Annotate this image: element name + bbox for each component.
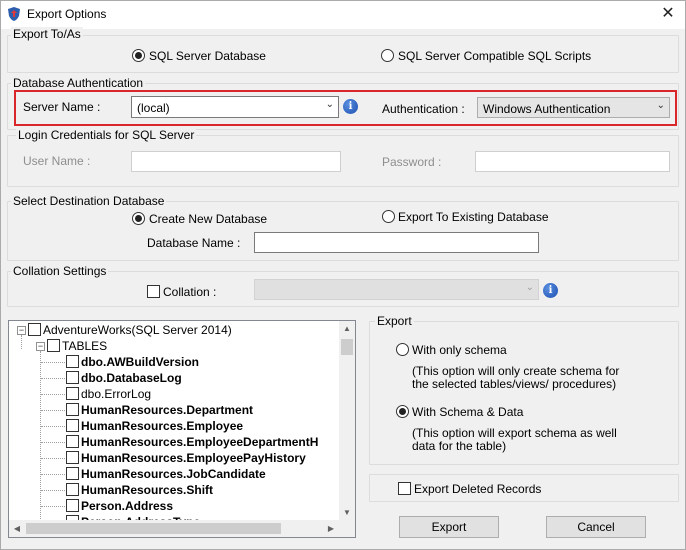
vertical-scroll-thumb[interactable]	[341, 339, 353, 355]
export-existing-database-label: Export To Existing Database	[398, 210, 549, 224]
tree-item-checkbox[interactable]	[66, 371, 79, 384]
tree-item[interactable]: dbo.ErrorLog	[9, 386, 339, 402]
collapse-icon[interactable]: −	[36, 342, 45, 351]
server-name-value: (local)	[137, 101, 170, 115]
server-info-icon[interactable]: i	[343, 99, 358, 114]
schema-data-label: With Schema & Data	[412, 405, 524, 419]
scroll-down-arrow-icon[interactable]: ▼	[339, 505, 355, 521]
tree-item[interactable]: Person.Address	[9, 498, 339, 514]
sql-scripts-label: SQL Server Compatible SQL Scripts	[398, 49, 592, 63]
password-input[interactable]	[475, 151, 670, 172]
tree-item-label: HumanResources.Department	[81, 403, 254, 417]
window-title: Export Options	[27, 7, 107, 21]
tree-item-label: HumanResources.EmployeeDepartmentH	[81, 435, 319, 449]
horizontal-scroll-thumb[interactable]	[26, 523, 281, 534]
database-name-input[interactable]	[254, 232, 539, 253]
tree-vertical-scrollbar[interactable]: ▲ ▼	[339, 321, 355, 521]
collation-group-title: Collation Settings	[11, 264, 109, 278]
tree-item-label: dbo.ErrorLog	[81, 387, 152, 401]
tree-item-checkbox[interactable]	[66, 435, 79, 448]
export-deleted-label: Export Deleted Records	[414, 482, 542, 496]
db-auth-group-title: Database Authentication	[11, 76, 146, 90]
export-to-group-title: Export To/As	[11, 27, 83, 41]
tree-checkbox[interactable]	[47, 339, 60, 352]
create-new-database-radio[interactable]	[132, 212, 145, 225]
tree-item-label: HumanResources.Employee	[81, 419, 244, 433]
only-schema-desc-2: the selected tables/views/ procedures)	[412, 377, 617, 391]
scroll-left-arrow-icon[interactable]: ◀	[9, 520, 25, 537]
tree-root-label: AdventureWorks(SQL Server 2014)	[43, 323, 232, 337]
chevron-down-icon[interactable]: ⌄	[326, 99, 334, 110]
chevron-down-icon[interactable]: ⌄	[657, 100, 665, 111]
scroll-up-arrow-icon[interactable]: ▲	[339, 321, 355, 337]
tree-item[interactable]: HumanResources.EmployeeDepartmentH	[9, 434, 339, 450]
scroll-corner	[339, 520, 355, 537]
database-name-label: Database Name :	[147, 236, 241, 250]
export-deleted-checkbox[interactable]	[398, 482, 411, 495]
only-schema-label: With only schema	[412, 343, 507, 357]
tree-node-root[interactable]: − AdventureWorks(SQL Server 2014)	[9, 322, 339, 338]
tree-horizontal-scrollbar[interactable]: ◀ ▶	[9, 520, 355, 537]
tree-item[interactable]: HumanResources.Shift	[9, 482, 339, 498]
tree-item-label: dbo.DatabaseLog	[81, 371, 182, 385]
server-name-label: Server Name :	[23, 100, 101, 114]
authentication-value: Windows Authentication	[483, 102, 611, 116]
tree-item-checkbox[interactable]	[66, 419, 79, 432]
scroll-right-arrow-icon[interactable]: ▶	[323, 520, 339, 537]
user-name-input[interactable]	[131, 151, 341, 172]
tree-item[interactable]: dbo.AWBuildVersion	[9, 354, 339, 370]
tree-item-label: HumanResources.Shift	[81, 483, 214, 497]
tree-node-tables[interactable]: − TABLES	[9, 338, 339, 354]
tree-item[interactable]: HumanResources.EmployeePayHistory	[9, 450, 339, 466]
tree-item[interactable]: dbo.DatabaseLog	[9, 370, 339, 386]
destination-group-title: Select Destination Database	[11, 194, 167, 208]
tree-item-label: HumanResources.JobCandidate	[81, 467, 266, 481]
collation-select[interactable]: ⌄	[254, 279, 539, 300]
close-button[interactable]: ✕	[657, 4, 679, 24]
password-label: Password :	[382, 155, 442, 169]
close-icon: ✕	[661, 5, 675, 22]
sql-server-database-label: SQL Server Database	[149, 49, 266, 63]
collation-label: Collation :	[163, 285, 217, 299]
only-schema-radio[interactable]	[396, 343, 409, 356]
tree-item-checkbox[interactable]	[66, 355, 79, 368]
tree-item[interactable]: HumanResources.Department	[9, 402, 339, 418]
table-tree-view[interactable]: − AdventureWorks(SQL Server 2014) − TABL…	[8, 320, 356, 538]
tree-item[interactable]: HumanResources.JobCandidate	[9, 466, 339, 482]
export-existing-database-radio[interactable]	[382, 210, 395, 223]
tree-item-checkbox[interactable]	[66, 387, 79, 400]
server-name-combobox[interactable]: (local) ⌄	[131, 96, 339, 118]
collation-info-icon[interactable]: i	[543, 283, 558, 298]
tree-item[interactable]: HumanResources.Employee	[9, 418, 339, 434]
tree-folder-label: TABLES	[62, 339, 108, 353]
tree-item-checkbox[interactable]	[66, 483, 79, 496]
collapse-icon[interactable]: −	[17, 326, 26, 335]
sql-scripts-radio[interactable]	[381, 49, 394, 62]
tree-item-checkbox[interactable]	[66, 499, 79, 512]
tree-item-checkbox[interactable]	[66, 403, 79, 416]
tree-item-label: Person.Address	[81, 499, 174, 513]
schema-data-desc-2: data for the table)	[412, 439, 507, 453]
user-name-label: User Name :	[23, 154, 91, 168]
tree-checkbox[interactable]	[28, 323, 41, 336]
create-new-database-label: Create New Database	[149, 212, 268, 226]
export-panel-group-title: Export	[375, 314, 414, 328]
export-options-dialog: Export Options ✕ Export To/As SQL Server…	[0, 0, 686, 550]
collation-checkbox[interactable]	[147, 285, 160, 298]
tree-item-checkbox[interactable]	[66, 467, 79, 480]
chevron-down-icon[interactable]: ⌄	[526, 282, 534, 293]
tree-item-label: HumanResources.EmployeePayHistory	[81, 451, 306, 465]
cancel-button[interactable]: Cancel	[546, 516, 646, 538]
tree-item-label: dbo.AWBuildVersion	[81, 355, 200, 369]
app-shield-icon	[8, 7, 20, 21]
authentication-label: Authentication :	[382, 102, 465, 116]
authentication-select[interactable]: Windows Authentication ⌄	[477, 97, 670, 118]
schema-data-radio[interactable]	[396, 405, 409, 418]
sql-server-database-radio[interactable]	[132, 49, 145, 62]
tree-item-checkbox[interactable]	[66, 451, 79, 464]
export-button[interactable]: Export	[399, 516, 499, 538]
login-credentials-group-title: Login Credentials for SQL Server	[16, 128, 197, 142]
title-bar: Export Options ✕	[1, 1, 685, 29]
